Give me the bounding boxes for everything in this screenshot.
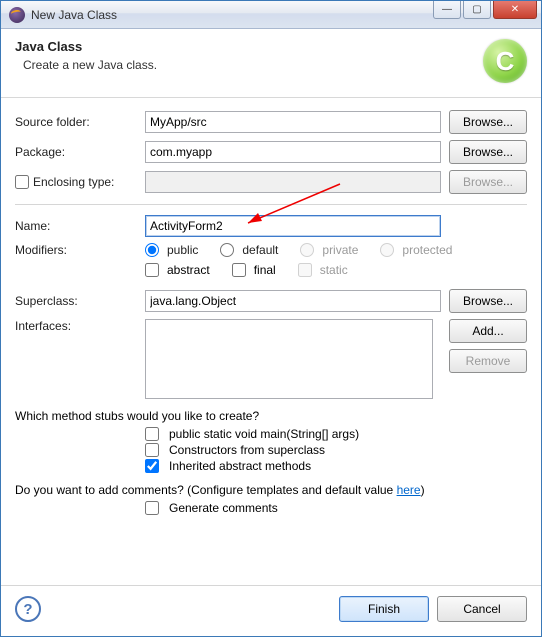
remove-interface-button: Remove (449, 349, 527, 373)
browse-package-button[interactable]: Browse... (449, 140, 527, 164)
enclosing-type-label: Enclosing type: (33, 175, 114, 189)
modifier-default[interactable]: default (220, 243, 278, 257)
dialog-window: New Java Class — ▢ ✕ Java Class Create a… (0, 0, 542, 637)
browse-superclass-button[interactable]: Browse... (449, 289, 527, 313)
check-inherited[interactable] (145, 459, 159, 473)
interfaces-list[interactable] (145, 319, 433, 399)
check-final[interactable] (232, 263, 246, 277)
minimize-button[interactable]: — (433, 1, 461, 19)
modifiers-label: Modifiers: (15, 243, 145, 257)
stubs-question: Which method stubs would you like to cre… (15, 409, 527, 423)
radio-private (300, 243, 314, 257)
banner: Java Class Create a new Java class. C (1, 29, 541, 98)
titlebar: New Java Class — ▢ ✕ (1, 1, 541, 29)
check-static (298, 263, 312, 277)
package-input[interactable] (145, 141, 441, 163)
radio-public[interactable] (145, 243, 159, 257)
source-folder-label: Source folder: (15, 115, 145, 129)
enclosing-type-input (145, 171, 441, 193)
modifier-static: static (298, 263, 348, 277)
check-generate-comments[interactable] (145, 501, 159, 515)
cancel-button[interactable]: Cancel (437, 596, 527, 622)
name-input[interactable] (145, 215, 441, 237)
radio-default[interactable] (220, 243, 234, 257)
window-title: New Java Class (31, 8, 433, 22)
class-icon: C (483, 39, 527, 83)
source-folder-input[interactable] (145, 111, 441, 133)
superclass-label: Superclass: (15, 294, 145, 308)
form-area: Source folder: Browse... Package: Browse… (1, 98, 541, 585)
banner-title: Java Class (15, 39, 483, 54)
finish-button[interactable]: Finish (339, 596, 429, 622)
radio-protected (380, 243, 394, 257)
superclass-input[interactable] (145, 290, 441, 312)
check-main[interactable] (145, 427, 159, 441)
modifier-abstract[interactable]: abstract (145, 263, 210, 277)
enclosing-type-option[interactable]: Enclosing type: (15, 175, 145, 189)
banner-description: Create a new Java class. (23, 58, 483, 72)
eclipse-icon (9, 7, 25, 23)
modifier-final[interactable]: final (232, 263, 276, 277)
help-icon[interactable]: ? (15, 596, 41, 622)
check-abstract[interactable] (145, 263, 159, 277)
check-constructors[interactable] (145, 443, 159, 457)
modifier-private: private (300, 243, 358, 257)
configure-templates-link[interactable]: here (397, 483, 421, 497)
stub-inherited-label: Inherited abstract methods (169, 459, 311, 473)
enclosing-type-checkbox[interactable] (15, 175, 29, 189)
interfaces-label: Interfaces: (15, 319, 145, 333)
window-controls: — ▢ ✕ (433, 1, 541, 28)
footer: ? Finish Cancel (1, 585, 541, 636)
package-label: Package: (15, 145, 145, 159)
name-label: Name: (15, 219, 145, 233)
modifier-protected: protected (380, 243, 452, 257)
modifier-public[interactable]: public (145, 243, 198, 257)
browse-source-button[interactable]: Browse... (449, 110, 527, 134)
close-button[interactable]: ✕ (493, 1, 537, 19)
add-interface-button[interactable]: Add... (449, 319, 527, 343)
stub-constructors-label: Constructors from superclass (169, 443, 325, 457)
maximize-button[interactable]: ▢ (463, 1, 491, 19)
generate-comments-label: Generate comments (169, 501, 278, 515)
stub-main-label: public static void main(String[] args) (169, 427, 359, 441)
comments-question: Do you want to add comments? (Configure … (15, 483, 527, 497)
browse-enclosing-button: Browse... (449, 170, 527, 194)
